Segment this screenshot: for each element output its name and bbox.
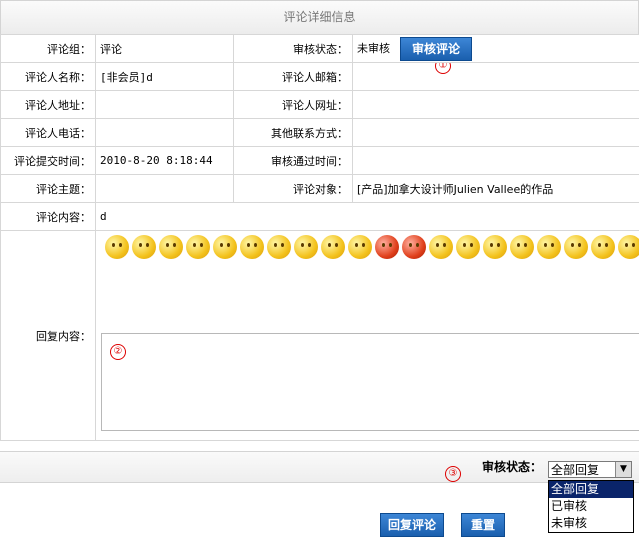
reply-textarea[interactable]: ② xyxy=(101,333,639,431)
status-label: 审核状态： xyxy=(233,34,353,63)
emoji-picker xyxy=(104,235,639,264)
name-value: [非会员]d xyxy=(95,62,234,91)
emoji-icon[interactable] xyxy=(402,235,426,259)
contact-label: 其他联系方式： xyxy=(233,118,353,147)
target-value[interactable]: [产品]加拿大设计师Julien Vallee的作品 xyxy=(352,174,639,203)
reset-button[interactable]: 重置 xyxy=(461,513,505,537)
emoji-icon[interactable] xyxy=(213,235,237,259)
content-value: d xyxy=(95,202,639,231)
chevron-down-icon[interactable]: ▼ xyxy=(615,462,631,477)
audit-option-all[interactable]: 全部回复 xyxy=(549,481,633,498)
subject-label: 评论主题： xyxy=(0,174,96,203)
email-value: ① xyxy=(352,62,639,91)
pass-time-label: 审核通过时间： xyxy=(233,146,353,175)
email-label: 评论人邮箱： xyxy=(233,62,353,91)
subject-value xyxy=(95,174,234,203)
emoji-icon[interactable] xyxy=(159,235,183,259)
emoji-icon[interactable] xyxy=(564,235,588,259)
emoji-icon[interactable] xyxy=(105,235,129,259)
emoji-icon[interactable] xyxy=(348,235,372,259)
bottom-toolbar xyxy=(0,451,639,483)
pass-time-value xyxy=(352,146,639,175)
emoji-icon[interactable] xyxy=(186,235,210,259)
emoji-icon[interactable] xyxy=(267,235,291,259)
content-label: 评论内容： xyxy=(0,202,96,231)
audit-status-dropdown: 全部回复 已审核 未审核 xyxy=(548,480,634,533)
contact-value xyxy=(352,118,639,147)
audit-option-pending[interactable]: 未审核 xyxy=(549,515,633,532)
review-comment-button[interactable]: 审核评论 xyxy=(400,36,472,61)
phone-label: 评论人电话： xyxy=(0,118,96,147)
group-value: 评论 xyxy=(95,34,234,63)
submit-time-value: 2010-8-20 8:18:44 xyxy=(95,146,234,175)
website-label: 评论人网址： xyxy=(233,90,353,119)
submit-time-label: 评论提交时间： xyxy=(0,146,96,175)
emoji-icon[interactable] xyxy=(456,235,480,259)
emoji-icon[interactable] xyxy=(321,235,345,259)
reply-label: 回复内容： xyxy=(0,230,96,441)
emoji-icon[interactable] xyxy=(294,235,318,259)
emoji-icon[interactable] xyxy=(591,235,615,259)
audit-option-approved[interactable]: 已审核 xyxy=(549,498,633,515)
emoji-icon[interactable] xyxy=(375,235,399,259)
reply-cell: ② xyxy=(95,230,639,441)
status-cell: 未审核 审核评论 xyxy=(352,34,639,63)
website-value xyxy=(352,90,639,119)
phone-value xyxy=(95,118,234,147)
marker-three: ③ xyxy=(445,466,461,482)
address-value xyxy=(95,90,234,119)
name-label: 评论人名称： xyxy=(0,62,96,91)
audit-status-selected: 全部回复 xyxy=(551,463,600,477)
target-label: 评论对象： xyxy=(233,174,353,203)
audit-status-select[interactable]: 全部回复 ▼ xyxy=(548,461,632,478)
address-label: 评论人地址： xyxy=(0,90,96,119)
emoji-icon[interactable] xyxy=(510,235,534,259)
status-value: 未审核 xyxy=(357,41,390,55)
marker-one: ① xyxy=(435,63,451,74)
emoji-icon[interactable] xyxy=(429,235,453,259)
comment-detail-table: 评论组： 评论 审核状态： 未审核 审核评论 评论人名称： [非会员]d 评论人邮… xyxy=(0,34,639,441)
audit-status-label: 审核状态： xyxy=(482,460,543,474)
group-label: 评论组： xyxy=(0,34,96,63)
panel-title: 评论详细信息 xyxy=(0,0,639,35)
emoji-icon[interactable] xyxy=(483,235,507,259)
marker-two: ② xyxy=(110,344,126,360)
emoji-icon[interactable] xyxy=(240,235,264,259)
reply-comment-button[interactable]: 回复评论 xyxy=(380,513,444,537)
emoji-icon[interactable] xyxy=(618,235,639,259)
emoji-icon[interactable] xyxy=(132,235,156,259)
emoji-icon[interactable] xyxy=(537,235,561,259)
